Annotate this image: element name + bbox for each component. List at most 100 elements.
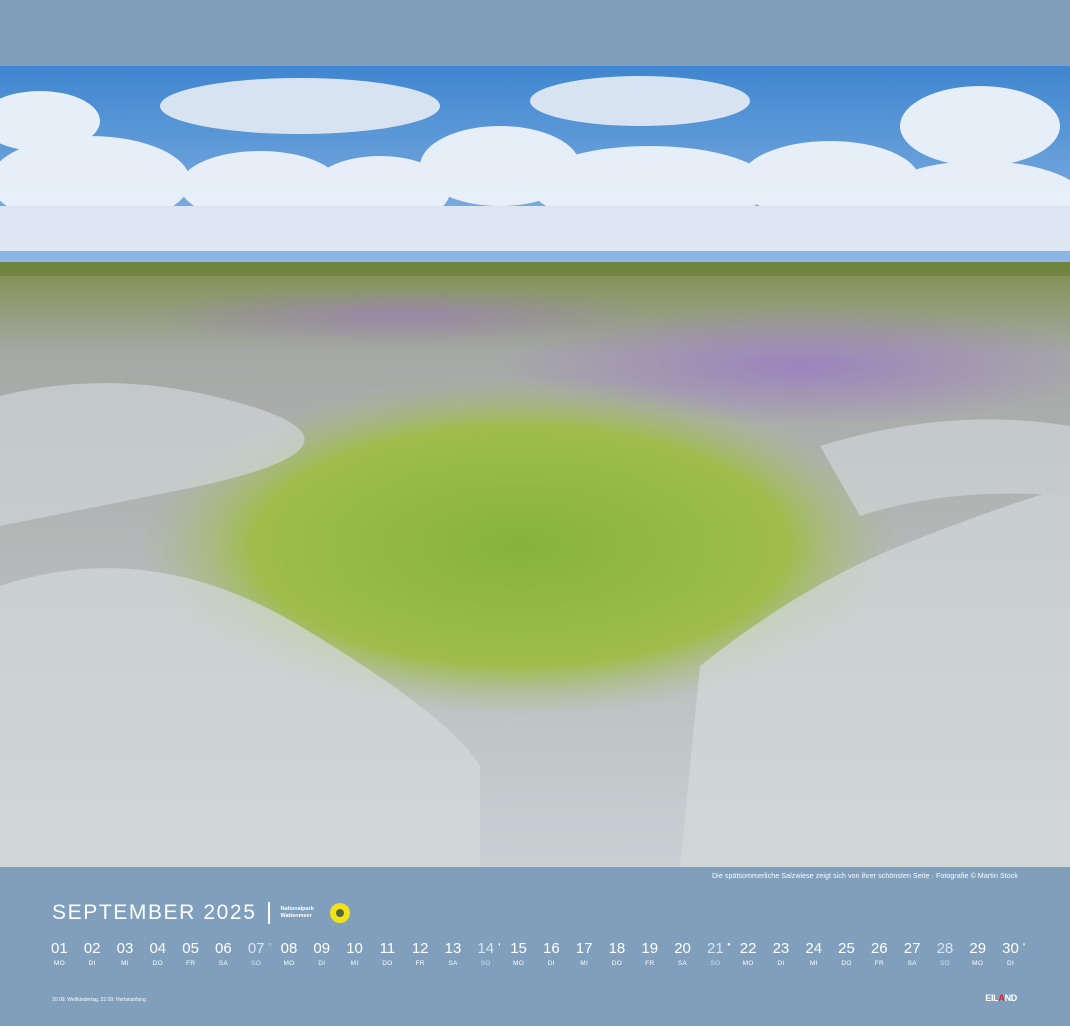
day-number: 28 [936, 940, 954, 957]
park-label: Nationalpark Wattenmeer [280, 906, 328, 920]
day-cell: 15 MO [502, 940, 535, 967]
day-cell: 07 SO ○ [240, 940, 273, 967]
day-cell: 28 SO [929, 940, 962, 967]
day-cell: 08 MO [273, 940, 306, 967]
day-cell: 04 DO [141, 940, 174, 967]
brand-part-3: ND [1004, 993, 1018, 1003]
day-cell: 29 MO [961, 940, 994, 967]
day-cell: 18 DO [601, 940, 634, 967]
nationalpark-logo-icon [330, 903, 351, 923]
calendar-header: SEPTEMBER 2025 Nationalpark Wattenmeer [52, 898, 351, 928]
moon-phase-icon: ◖ [497, 942, 502, 948]
weekday-label: DI [777, 960, 785, 967]
publisher-logo: EILAND [985, 993, 1017, 1003]
weekday-label: SA [677, 960, 688, 967]
weekday-label: MO [742, 960, 754, 967]
day-number: 19 [641, 940, 659, 957]
day-cell: 10 MI [338, 940, 371, 967]
weekday-label: MO [972, 960, 984, 967]
weekday-label: DI [1006, 960, 1015, 967]
day-number: 17 [575, 940, 593, 957]
salt-marsh-illustration [0, 66, 1070, 867]
day-cell: 19 FR [633, 940, 666, 967]
weekday-label: SO [939, 960, 950, 967]
day-number: 05 [182, 940, 199, 957]
photo-caption: Die spätsommerliche Salzwiese zeigt sich… [712, 873, 1018, 880]
day-cell: 22 MO [732, 940, 765, 967]
day-number: 16 [543, 940, 560, 957]
day-cell: 26 FR [863, 940, 896, 967]
weekday-label: SO [710, 960, 721, 967]
weekday-label: FR [645, 960, 655, 967]
day-number: 06 [215, 940, 232, 957]
weekday-label: FR [415, 960, 425, 967]
day-number: 13 [444, 940, 462, 957]
brand-part-1: EIL [985, 993, 999, 1003]
day-number: 10 [346, 940, 363, 957]
day-cell: 27 SA [896, 940, 929, 967]
title-divider [268, 902, 271, 924]
day-number: 12 [411, 940, 429, 957]
day-cell: 16 DI [535, 940, 568, 967]
weekday-label: SA [907, 960, 917, 967]
day-cell: 01 MO [43, 940, 76, 967]
day-cell: 11 DO [371, 940, 404, 967]
day-number: 01 [51, 940, 68, 957]
holiday-footnote: 20.09. Weltkindertag, 22.09. Herbstanfan… [52, 997, 146, 1003]
weekday-label: DI [318, 960, 326, 967]
day-number: 09 [313, 940, 331, 957]
day-number: 15 [510, 940, 527, 957]
day-cell: 17 MI [568, 940, 601, 967]
day-number: 23 [772, 940, 790, 957]
weekday-label: DO [841, 960, 852, 967]
weekday-label: DO [382, 960, 393, 967]
day-cell: 14 SO ◖ [469, 940, 502, 967]
day-number: 03 [116, 940, 134, 957]
horizon-grass [0, 262, 1070, 276]
top-band [0, 0, 1070, 66]
day-number: 29 [969, 940, 987, 957]
day-cell: 20 SA [666, 940, 699, 967]
day-number: 27 [903, 940, 921, 957]
park-label-line1: Nationalpark [280, 906, 314, 912]
weekday-label: DI [88, 960, 96, 967]
park-label-line2: Wattenmeer [280, 913, 312, 919]
day-number: 08 [280, 940, 298, 957]
weekday-label: DI [547, 960, 555, 967]
day-number: 22 [739, 940, 757, 957]
weekday-label: DO [611, 960, 623, 967]
weekday-label: MO [283, 960, 295, 967]
weekday-label: MI [121, 960, 129, 967]
weekday-label: FR [874, 960, 884, 967]
day-cell: 30 DI ◗ [994, 940, 1027, 967]
weekday-label: SO [480, 960, 491, 967]
moon-phase-icon: ● [727, 942, 731, 948]
day-cell: 23 DI [765, 940, 798, 967]
weekday-label: SA [448, 960, 458, 967]
day-number: 02 [83, 940, 101, 957]
month-title: SEPTEMBER 2025 [52, 901, 257, 924]
day-cell: 25 DO [830, 940, 863, 967]
weekday-label: MI [350, 960, 359, 967]
day-cell: 03 MI [109, 940, 142, 967]
moon-phase-icon: ○ [267, 942, 272, 948]
sea-lavender-patch-far [150, 286, 650, 346]
day-cell: 21 SO ● [699, 940, 732, 967]
day-number: 24 [805, 940, 823, 957]
day-number: 26 [870, 940, 888, 957]
weekday-label: MI [580, 960, 589, 967]
day-number: 11 [379, 940, 396, 957]
weekday-label: SA [218, 960, 229, 967]
day-row: 01 MO 02 DI 03 MI 04 DO 05 FR 06 SA 07 SO ○ 08 MO 09 DI 10 M… [43, 940, 1033, 967]
day-cell: 06 SA [207, 940, 240, 967]
day-number: 04 [149, 940, 167, 957]
day-number: 20 [674, 940, 691, 957]
day-cell: 09 DI [305, 940, 338, 967]
day-cell: 13 SA [437, 940, 470, 967]
weekday-label: DO [152, 960, 163, 967]
day-number: 18 [608, 940, 626, 957]
weekday-label: FR [185, 960, 196, 967]
moon-phase-icon: ◗ [1022, 942, 1026, 948]
day-cell: 24 MI [797, 940, 830, 967]
weekday-label: SO [251, 960, 262, 967]
